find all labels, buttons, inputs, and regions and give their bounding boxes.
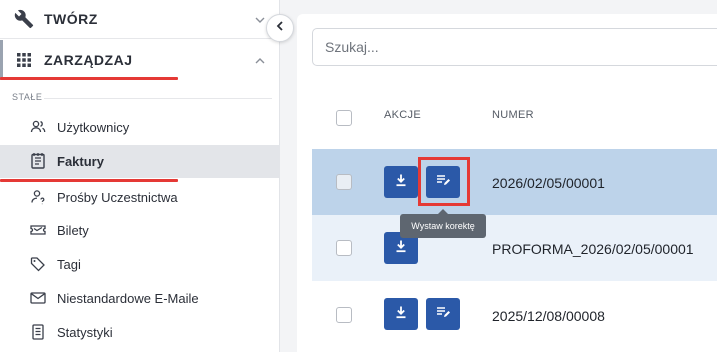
row-checkbox[interactable] [336, 240, 352, 256]
sidebar-collapse-button[interactable] [266, 14, 294, 42]
row-checkbox[interactable] [336, 174, 352, 190]
chevron-up-icon [254, 54, 266, 66]
sidebar-item-label: Faktury [57, 154, 104, 169]
sidebar-item-label: Tagi [57, 257, 81, 272]
invoice-number: 2025/12/08/00008 [492, 308, 605, 324]
tooltip-text: Wystaw korektę [411, 221, 475, 231]
users-icon [29, 118, 47, 136]
download-button[interactable] [384, 166, 418, 198]
sidebar-item-bilety[interactable]: Bilety [0, 214, 280, 247]
grid-icon [14, 50, 34, 70]
invoice-icon [29, 152, 47, 170]
download-button[interactable] [384, 298, 418, 330]
wrench-icon [14, 9, 34, 29]
issue-correction-button[interactable] [426, 298, 460, 330]
sidebar-item-label: Statystyki [57, 325, 113, 340]
mail-icon [29, 289, 47, 307]
download-icon [394, 239, 408, 258]
sidebar: TWÓRZ ZARZĄDZAJ STAŁE Użytkownicy Faktur… [0, 0, 280, 352]
chevron-left-icon [274, 19, 286, 37]
sidebar-item-label: Niestandardowe E-Maile [57, 291, 199, 306]
select-all-checkbox[interactable] [336, 110, 352, 126]
section-zarzadzaj-label: ZARZĄDZAJ [44, 52, 133, 68]
ticket-icon [29, 221, 47, 239]
table-row[interactable]: PROFORMA_2026/02/05/00001 [312, 215, 717, 281]
sidebar-item-niestandardowe-e-maile[interactable]: Niestandardowe E-Maile [0, 282, 280, 315]
tooltip: Wystaw korektę [400, 209, 486, 238]
section-tworz[interactable]: TWÓRZ [0, 0, 280, 38]
sidebar-item-prosby-uczestnictwa[interactable]: Prośby Uczestnictwa [0, 181, 280, 214]
section-stale: STAŁE [12, 92, 280, 104]
search-input[interactable] [312, 28, 717, 66]
section-zarzadzaj[interactable]: ZARZĄDZAJ [0, 39, 280, 81]
sidebar-item-faktury[interactable]: Faktury [0, 145, 280, 178]
invoice-number: 2026/02/05/00001 [492, 175, 605, 191]
column-header-numer: NUMER [492, 109, 534, 121]
app-root: TWÓRZ ZARZĄDZAJ STAŁE Użytkownicy Faktur… [0, 0, 717, 352]
chevron-down-icon [254, 13, 266, 25]
sidebar-item-statystyki[interactable]: Statystyki [0, 316, 280, 349]
sidebar-item-label: Bilety [57, 223, 89, 238]
download-icon [394, 173, 408, 192]
row-checkbox[interactable] [336, 307, 352, 323]
sidebar-item-label: Prośby Uczestnictwa [57, 190, 178, 205]
edit-list-icon [435, 305, 451, 324]
highlight-underline-zarzadzaj [0, 77, 178, 80]
table-row[interactable]: 2026/02/05/00001 [312, 149, 717, 215]
tag-icon [29, 255, 47, 273]
user-request-icon [29, 188, 47, 206]
column-header-akcje: AKCJE [384, 109, 421, 121]
highlight-box-correction-button [418, 157, 470, 206]
sidebar-item-uzytkownicy[interactable]: Użytkownicy [0, 111, 280, 144]
section-stale-divider [44, 98, 272, 99]
section-tworz-label: TWÓRZ [44, 11, 98, 27]
sidebar-item-label: Użytkownicy [57, 120, 130, 135]
table-row[interactable]: 2025/12/08/00008 [312, 281, 717, 347]
stats-icon [29, 323, 47, 341]
sidebar-item-tagi[interactable]: Tagi [0, 248, 280, 281]
main-area: AKCJE NUMER 2026/02/05/00001 [296, 0, 717, 352]
section-stale-label: STAŁE [12, 92, 43, 102]
download-icon [394, 305, 408, 324]
invoice-number: PROFORMA_2026/02/05/00001 [492, 241, 694, 257]
